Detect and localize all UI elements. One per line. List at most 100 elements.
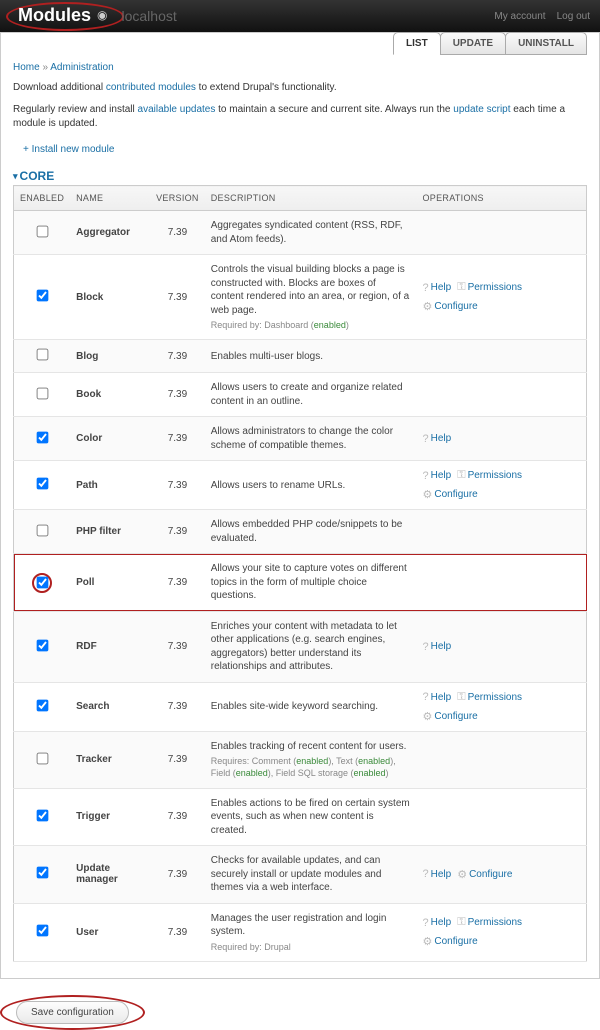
help-icon: ? xyxy=(423,470,429,482)
configure-link[interactable]: ⚙Configure xyxy=(457,868,512,881)
update-script-link[interactable]: update script xyxy=(453,104,510,115)
enable-checkbox[interactable] xyxy=(36,752,48,764)
configure-link[interactable]: ⚙Configure xyxy=(423,488,478,501)
configure-icon: ⚙ xyxy=(457,868,467,881)
tab-list[interactable]: LIST xyxy=(393,32,441,55)
permissions-link[interactable]: ⚿Permissions xyxy=(457,691,522,704)
permissions-link[interactable]: ⚿Permissions xyxy=(457,281,522,294)
permissions-icon: ⚿ xyxy=(457,691,465,704)
enable-checkbox[interactable] xyxy=(36,478,48,490)
module-row-update-manager: Update manager7.39Checks for available u… xyxy=(14,846,587,904)
enable-checkbox[interactable] xyxy=(36,387,48,399)
module-version: 7.39 xyxy=(150,373,205,417)
permissions-icon: ⚿ xyxy=(457,469,465,482)
module-version: 7.39 xyxy=(150,255,205,340)
help-link[interactable]: ?Help xyxy=(423,470,452,482)
enable-checkbox[interactable] xyxy=(36,225,48,237)
module-row-php-filter: PHP filter7.39Allows embedded PHP code/s… xyxy=(14,510,587,554)
enable-checkbox[interactable] xyxy=(36,925,48,937)
save-configuration-button[interactable]: Save configuration xyxy=(16,1001,129,1024)
contributed-modules-link[interactable]: contributed modules xyxy=(106,82,196,93)
page-title-annotation: Modules ◉ xyxy=(6,2,124,31)
permissions-icon: ⚿ xyxy=(457,281,465,294)
install-new-module-link[interactable]: + Install new module xyxy=(23,144,114,155)
my-account-link[interactable]: My account xyxy=(494,11,545,22)
th-enabled: ENABLED xyxy=(14,186,71,211)
module-version: 7.39 xyxy=(150,461,205,510)
module-description: Enables actions to be fired on certain s… xyxy=(205,788,417,846)
module-operations xyxy=(417,211,587,255)
module-description: Controls the visual building blocks a pa… xyxy=(205,255,417,340)
module-name: Aggregator xyxy=(70,211,150,255)
module-version: 7.39 xyxy=(150,611,205,682)
module-description: Manages the user registration and login … xyxy=(205,903,417,961)
module-name: User xyxy=(70,903,150,961)
module-description: Allows your site to capture votes on dif… xyxy=(205,554,417,612)
configure-link[interactable]: ⚙Configure xyxy=(423,300,478,313)
th-version: VERSION xyxy=(150,186,205,211)
module-operations: ?Help xyxy=(417,417,587,461)
collapse-icon: ▾ xyxy=(13,171,18,182)
module-version: 7.39 xyxy=(150,554,205,612)
breadcrumb-home[interactable]: Home xyxy=(13,62,40,73)
help-icon: ? xyxy=(423,433,429,445)
help-link[interactable]: ?Help xyxy=(423,868,452,880)
site-name: localhost xyxy=(122,8,177,24)
help-link[interactable]: ?Help xyxy=(423,691,452,703)
module-name: Tracker xyxy=(70,731,150,788)
enable-checkbox[interactable] xyxy=(36,639,48,651)
module-description: Allows administrators to change the colo… xyxy=(205,417,417,461)
tab-update[interactable]: UPDATE xyxy=(440,32,506,55)
module-name: Blog xyxy=(70,340,150,373)
module-description: Aggregates syndicated content (RSS, RDF,… xyxy=(205,211,417,255)
fieldset-toggle-core[interactable]: ▾ CORE xyxy=(13,169,587,183)
module-version: 7.39 xyxy=(150,510,205,554)
permissions-icon: ⚿ xyxy=(457,916,465,929)
module-row-aggregator: Aggregator7.39Aggregates syndicated cont… xyxy=(14,211,587,255)
enable-checkbox[interactable] xyxy=(36,431,48,443)
enable-checkbox[interactable] xyxy=(36,524,48,536)
configure-link[interactable]: ⚙Configure xyxy=(423,710,478,723)
module-version: 7.39 xyxy=(150,788,205,846)
help-link[interactable]: ?Help xyxy=(423,917,452,929)
permissions-link[interactable]: ⚿Permissions xyxy=(457,469,522,482)
module-operations xyxy=(417,788,587,846)
module-description: Allows users to create and organize rela… xyxy=(205,373,417,417)
configure-link[interactable]: ⚙Configure xyxy=(423,935,478,948)
tab-uninstall[interactable]: UNINSTALL xyxy=(505,32,587,55)
module-requirements: Required by: Dashboard (enabled) xyxy=(211,319,411,331)
module-name: Update manager xyxy=(70,846,150,904)
enable-checkbox[interactable] xyxy=(36,290,48,302)
log-out-link[interactable]: Log out xyxy=(557,11,590,22)
admin-topbar: Modules ◉ localhost My account Log out xyxy=(0,0,600,32)
module-description: Checks for available updates, and can se… xyxy=(205,846,417,904)
enable-checkbox[interactable] xyxy=(36,809,48,821)
module-name: Book xyxy=(70,373,150,417)
help-link[interactable]: ?Help xyxy=(423,282,452,294)
breadcrumb-admin[interactable]: Administration xyxy=(50,62,113,73)
enable-checkbox[interactable] xyxy=(36,577,48,589)
available-updates-link[interactable]: available updates xyxy=(138,104,216,115)
module-row-path: Path7.39Allows users to rename URLs.?Hel… xyxy=(14,461,587,510)
enable-checkbox[interactable] xyxy=(36,699,48,711)
module-version: 7.39 xyxy=(150,417,205,461)
th-name: NAME xyxy=(70,186,150,211)
module-operations xyxy=(417,554,587,612)
module-requirements: Requires: Comment (enabled), Text (enabl… xyxy=(211,755,411,779)
module-row-color: Color7.39Allows administrators to change… xyxy=(14,417,587,461)
help-link[interactable]: ?Help xyxy=(423,641,452,653)
module-row-rdf: RDF7.39Enriches your content with metada… xyxy=(14,611,587,682)
configure-icon: ⚙ xyxy=(423,710,433,723)
module-row-trigger: Trigger7.39Enables actions to be fired o… xyxy=(14,788,587,846)
module-row-book: Book7.39Allows users to create and organ… xyxy=(14,373,587,417)
enable-checkbox[interactable] xyxy=(36,867,48,879)
module-description: Enriches your content with metadata to l… xyxy=(205,611,417,682)
help-link[interactable]: ?Help xyxy=(423,433,452,445)
permissions-link[interactable]: ⚿Permissions xyxy=(457,916,522,929)
module-name: PHP filter xyxy=(70,510,150,554)
module-operations: ?Help ⚿Permissions ⚙Configure xyxy=(417,682,587,731)
help-icon: ? xyxy=(423,917,429,929)
module-operations: ?Help ⚿Permissions ⚙Configure xyxy=(417,255,587,340)
enable-checkbox[interactable] xyxy=(36,349,48,361)
th-operations: OPERATIONS xyxy=(417,186,587,211)
